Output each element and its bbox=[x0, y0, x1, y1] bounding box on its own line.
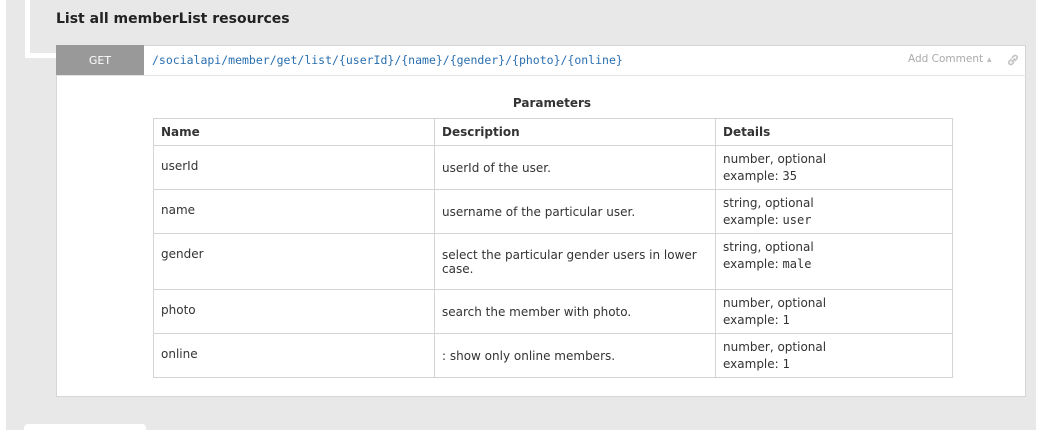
param-name: gender bbox=[153, 233, 435, 290]
parameters-caption: Parameters bbox=[512, 96, 592, 110]
param-type: number, optional bbox=[723, 340, 827, 354]
param-name: photo bbox=[153, 289, 435, 334]
param-name: userId bbox=[153, 145, 435, 190]
request-bar[interactable]: GET /socialapi/member/get/list/{userId}/… bbox=[56, 45, 1027, 76]
http-method-badge: GET bbox=[56, 45, 144, 75]
param-type: string, optional bbox=[723, 240, 814, 254]
expand-toggle-icon[interactable]: ▴ bbox=[987, 53, 992, 67]
param-details: number, optional example: 35 bbox=[715, 145, 953, 190]
param-name: name bbox=[153, 189, 435, 234]
param-example: example: 1 bbox=[723, 356, 945, 373]
table-row: gender select the particular gender users… bbox=[153, 233, 953, 290]
param-details: number, optional example: 1 bbox=[715, 333, 953, 378]
column-header-details: Details bbox=[715, 118, 953, 146]
param-description: select the particular gender users in lo… bbox=[434, 233, 716, 290]
param-example-label: example: bbox=[723, 213, 779, 227]
api-resource-section: List all memberList resources GET /socia… bbox=[6, 0, 1036, 434]
param-type: string, optional bbox=[723, 196, 814, 210]
resource-title: List all memberList resources bbox=[56, 11, 290, 27]
param-details: number, optional example: 1 bbox=[715, 289, 953, 334]
table-row: online: show only online members. number,… bbox=[153, 333, 953, 378]
table-header-row: Name Description Details bbox=[153, 118, 953, 146]
param-example-value: user bbox=[782, 213, 812, 227]
parameters-table-body: userId userId of the user. number, optiona… bbox=[153, 145, 953, 378]
param-example: example: male bbox=[723, 256, 945, 273]
param-description: username of the particular user. bbox=[434, 189, 716, 234]
param-type: number, optional bbox=[723, 296, 827, 310]
next-resource-tab bbox=[24, 424, 146, 434]
table-row: userId userId of the user. number, optiona… bbox=[153, 145, 953, 190]
param-example: example: 1 bbox=[723, 312, 945, 329]
table-row: name username of the particular user. stri… bbox=[153, 189, 953, 234]
param-description: userId of the user. bbox=[434, 145, 716, 190]
table-row: photo search the member with photo. number… bbox=[153, 289, 953, 334]
tree-connector-branch bbox=[25, 53, 57, 58]
param-example-label: example: bbox=[723, 313, 779, 327]
tree-connector bbox=[25, 0, 30, 58]
param-example-label: example: bbox=[723, 169, 779, 183]
param-description: : show only online members. bbox=[434, 333, 716, 378]
add-comment-link[interactable]: Add Comment bbox=[908, 53, 983, 65]
param-example: example: 35 bbox=[723, 168, 945, 185]
column-header-description: Description bbox=[434, 118, 716, 146]
column-header-name: Name bbox=[153, 118, 435, 146]
param-details: string, optional example: user bbox=[715, 189, 953, 234]
permalink-icon[interactable] bbox=[1005, 52, 1021, 68]
request-uri: /socialapi/member/get/list/{userId}/{nam… bbox=[152, 53, 623, 67]
param-example-label: example: bbox=[723, 357, 779, 371]
param-example: example: user bbox=[723, 212, 945, 229]
param-example-value: 1 bbox=[782, 313, 790, 327]
param-details: string, optional example: male bbox=[715, 233, 953, 290]
param-description: search the member with photo. bbox=[434, 289, 716, 334]
param-example-value: male bbox=[782, 257, 812, 271]
param-type: number, optional bbox=[723, 152, 827, 166]
method-panel: GET /socialapi/member/get/list/{userId}/… bbox=[56, 45, 1027, 397]
parameters-table: Name Description Details userId userId of… bbox=[153, 118, 953, 378]
param-example-value: 1 bbox=[782, 357, 790, 371]
param-example-label: example: bbox=[723, 257, 779, 271]
param-name: online bbox=[153, 333, 435, 378]
param-example-value: 35 bbox=[782, 169, 797, 183]
